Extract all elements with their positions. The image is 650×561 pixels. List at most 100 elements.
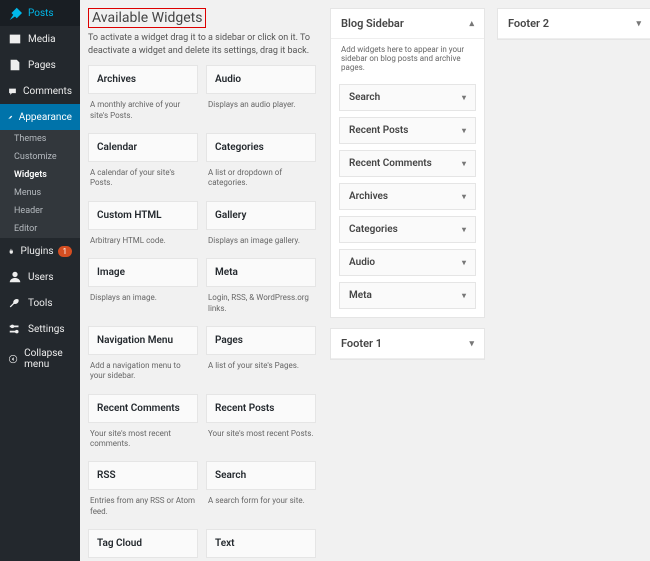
placed-widget-audio[interactable]: Audio ▾ <box>339 249 476 276</box>
placed-widget-label: Recent Comments <box>349 158 432 169</box>
widget-desc: A list of your site's Pages. <box>206 355 316 381</box>
widget-area-footer-1: Footer 1 ▾ <box>330 328 485 360</box>
pin-icon <box>8 6 22 20</box>
widget-recent-comments[interactable]: Recent Comments <box>88 394 198 423</box>
area-desc: Add widgets here to appear in your sideb… <box>331 39 484 78</box>
widget-desc: Add a navigation menu to your sidebar. <box>88 355 198 392</box>
nav-plugins[interactable]: Plugins1 <box>0 238 80 264</box>
placed-widget-categories[interactable]: Categories▾ <box>339 216 476 243</box>
nav-label: Media <box>28 34 56 45</box>
available-widgets-desc: To activate a widget drag it to a sideba… <box>88 32 318 57</box>
subnav-editor[interactable]: Editor <box>0 220 80 238</box>
widget-calendar[interactable]: Calendar <box>88 133 198 162</box>
widget-desc: A search form for your site. <box>206 490 316 516</box>
nav-appearance[interactable]: Appearance <box>0 104 80 130</box>
placed-widget-recent-comments[interactable]: Recent Comments ▾ <box>339 150 476 177</box>
nav-label: Pages <box>28 60 56 71</box>
admin-sidebar: PostsMediaPagesCommentsAppearanceThemesC… <box>0 0 80 561</box>
widget-desc: Displays an image. <box>88 287 198 313</box>
placed-widget-label: Meta <box>349 290 372 301</box>
widget-image[interactable]: Image <box>88 258 198 287</box>
subnav-menus[interactable]: Menus <box>0 184 80 202</box>
widget-audio[interactable]: Audio <box>206 65 316 94</box>
area-toggle[interactable]: Footer 1 ▾ <box>331 329 484 359</box>
placed-widget-label: Categories <box>349 224 398 235</box>
nav-label: Appearance <box>19 112 72 123</box>
placed-widget-label: Audio <box>349 257 375 268</box>
nav-label: Users <box>28 272 54 283</box>
media-icon <box>8 32 22 46</box>
brush-icon <box>8 110 13 124</box>
caret-down-icon: ▾ <box>462 126 466 135</box>
area-title: Footer 2 <box>508 17 549 30</box>
settings-icon <box>8 322 22 336</box>
nav-media[interactable]: Media <box>0 26 80 52</box>
nav-label: Posts <box>28 8 54 19</box>
widget-tag-cloud[interactable]: Tag Cloud <box>88 529 198 558</box>
area-title: Footer 1 <box>341 337 382 350</box>
caret-down-icon: ▾ <box>462 291 466 300</box>
caret-down-icon: ▾ <box>462 192 466 201</box>
subnav-customize[interactable]: Customize <box>0 148 80 166</box>
placed-widget-meta[interactable]: Meta ▾ <box>339 282 476 309</box>
widget-text[interactable]: Text <box>206 529 316 558</box>
widget-area-footer-2: Footer 2 ▾ <box>497 8 650 40</box>
area-toggle[interactable]: Footer 2 ▾ <box>498 9 650 39</box>
widget-desc: Your site's most recent Posts. <box>206 423 316 449</box>
nav-posts[interactable]: Posts <box>0 0 80 26</box>
widget-archives[interactable]: Archives <box>88 65 198 94</box>
widget-desc: A monthly archive of your site's Posts. <box>88 94 198 131</box>
update-badge: 1 <box>58 246 73 257</box>
caret-down-icon: ▾ <box>462 159 466 168</box>
comment-icon <box>8 84 17 98</box>
widget-gallery[interactable]: Gallery <box>206 201 316 230</box>
subnav-themes[interactable]: Themes <box>0 130 80 148</box>
caret-icon: ▾ <box>469 339 474 349</box>
placed-widget-archives[interactable]: Archives ▾ <box>339 183 476 210</box>
nav-label: Comments <box>23 86 72 97</box>
widget-area-blog-sidebar: Blog Sidebar ▴ Add widgets here to appear … <box>330 8 485 318</box>
widget-rss[interactable]: RSS <box>88 461 198 490</box>
placed-widget-label: Search <box>349 92 380 103</box>
placed-widget-search[interactable]: Search ▾ <box>339 84 476 111</box>
nav-label: Tools <box>28 298 52 309</box>
page-icon <box>8 58 22 72</box>
nav-users[interactable]: Users <box>0 264 80 290</box>
tool-icon <box>8 296 22 310</box>
widget-navigation-menu[interactable]: Navigation Menu <box>88 326 198 355</box>
caret-down-icon: ▾ <box>462 258 466 267</box>
widget-desc: Arbitrary HTML code. <box>88 230 198 256</box>
widget-desc: Your site's most recent comments. <box>88 423 198 460</box>
widget-desc: Displays an image gallery. <box>206 230 316 256</box>
available-widgets-heading: Available Widgets <box>88 8 206 28</box>
placed-widget-label: Archives <box>349 191 388 202</box>
nav-collapse[interactable]: Collapse menu <box>0 342 80 376</box>
placed-widget-label: Recent Posts <box>349 125 408 136</box>
widget-recent-posts[interactable]: Recent Posts <box>206 394 316 423</box>
widget-meta[interactable]: Meta <box>206 258 316 287</box>
caret-icon: ▴ <box>469 19 474 29</box>
caret-down-icon: ▾ <box>462 93 466 102</box>
available-widgets-grid: ArchivesA monthly archive of your site's… <box>88 65 318 561</box>
widget-desc: A calendar of your site's Posts. <box>88 162 198 199</box>
widget-custom-html[interactable]: Custom HTML <box>88 201 198 230</box>
subnav-header[interactable]: Header <box>0 202 80 220</box>
nav-pages[interactable]: Pages <box>0 52 80 78</box>
widget-pages[interactable]: Pages <box>206 326 316 355</box>
nav-label: Collapse menu <box>24 348 72 370</box>
widget-categories[interactable]: Categories <box>206 133 316 162</box>
nav-label: Settings <box>28 324 65 335</box>
area-toggle[interactable]: Blog Sidebar ▴ <box>331 9 484 39</box>
placed-widget-recent-posts[interactable]: Recent Posts ▾ <box>339 117 476 144</box>
subnav-widgets[interactable]: Widgets <box>0 166 80 184</box>
nav-comments[interactable]: Comments <box>0 78 80 104</box>
nav-settings[interactable]: Settings <box>0 316 80 342</box>
widget-desc: Login, RSS, & WordPress.org links. <box>206 287 316 324</box>
widget-search[interactable]: Search <box>206 461 316 490</box>
nav-tools[interactable]: Tools <box>0 290 80 316</box>
widget-desc: Entries from any RSS or Atom feed. <box>88 490 198 527</box>
collapse-icon <box>8 352 18 366</box>
area-title: Blog Sidebar <box>341 17 404 30</box>
caret-icon: ▾ <box>636 19 641 29</box>
user-icon <box>8 270 22 284</box>
